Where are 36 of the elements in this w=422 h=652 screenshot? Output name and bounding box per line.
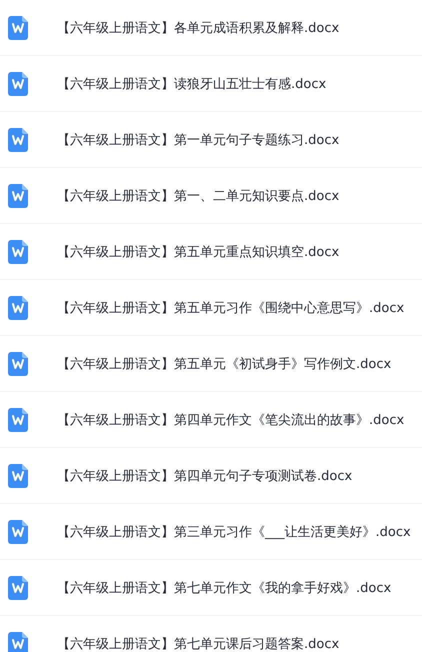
file-row[interactable]: 【六年级上册语文】第七单元课后习题答案.docx	[0, 616, 422, 652]
file-name: 【六年级上册语文】第四单元句子专项测试卷.docx	[57, 468, 352, 484]
word-document-icon	[8, 576, 28, 600]
word-document-icon	[8, 184, 28, 208]
file-row[interactable]: 【六年级上册语文】第五单元习作《围绕中心意思写》.docx	[0, 280, 422, 335]
file-row[interactable]: 【六年级上册语文】读狼牙山五壮士有感.docx	[0, 56, 422, 111]
file-name: 【六年级上册语文】第四单元作文《笔尖流出的故事》.docx	[57, 412, 404, 428]
file-row[interactable]: 【六年级上册语文】第五单元《初试身手》写作例文.docx	[0, 336, 422, 391]
file-row[interactable]: 【六年级上册语文】第一、二单元知识要点.docx	[0, 168, 422, 223]
file-name: 【六年级上册语文】第一、二单元知识要点.docx	[57, 188, 340, 204]
file-row[interactable]: 【六年级上册语文】第五单元重点知识填空.docx	[0, 224, 422, 279]
file-row[interactable]: 【六年级上册语文】第四单元句子专项测试卷.docx	[0, 448, 422, 503]
file-row[interactable]: 【六年级上册语文】各单元成语积累及解释.docx	[0, 0, 422, 55]
file-name: 【六年级上册语文】读狼牙山五壮士有感.docx	[57, 76, 326, 92]
word-document-icon	[8, 464, 28, 488]
file-name: 【六年级上册语文】第五单元重点知识填空.docx	[57, 244, 340, 260]
file-row[interactable]: 【六年级上册语文】第七单元作文《我的拿手好戏》.docx	[0, 560, 422, 615]
word-document-icon	[8, 352, 28, 376]
file-name: 【六年级上册语文】第一单元句子专题练习.docx	[57, 132, 340, 148]
file-row[interactable]: 【六年级上册语文】第四单元作文《笔尖流出的故事》.docx	[0, 392, 422, 447]
word-document-icon	[8, 72, 28, 96]
word-document-icon	[8, 128, 28, 152]
word-document-icon	[8, 240, 28, 264]
word-document-icon	[8, 16, 28, 40]
word-document-icon	[8, 408, 28, 432]
file-row[interactable]: 【六年级上册语文】第一单元句子专题练习.docx	[0, 112, 422, 167]
word-document-icon	[8, 520, 28, 544]
word-document-icon	[8, 632, 28, 652]
file-name: 【六年级上册语文】第七单元作文《我的拿手好戏》.docx	[57, 580, 392, 596]
file-name: 【六年级上册语文】第五单元《初试身手》写作例文.docx	[57, 356, 392, 372]
file-name: 【六年级上册语文】各单元成语积累及解释.docx	[57, 20, 340, 36]
file-name: 【六年级上册语文】第五单元习作《围绕中心意思写》.docx	[57, 300, 404, 316]
file-name: 【六年级上册语文】第三单元习作《___让生活更美好》.docx	[57, 524, 411, 540]
word-document-icon	[8, 296, 28, 320]
file-name: 【六年级上册语文】第七单元课后习题答案.docx	[57, 636, 340, 652]
file-row[interactable]: 【六年级上册语文】第三单元习作《___让生活更美好》.docx	[0, 504, 422, 559]
